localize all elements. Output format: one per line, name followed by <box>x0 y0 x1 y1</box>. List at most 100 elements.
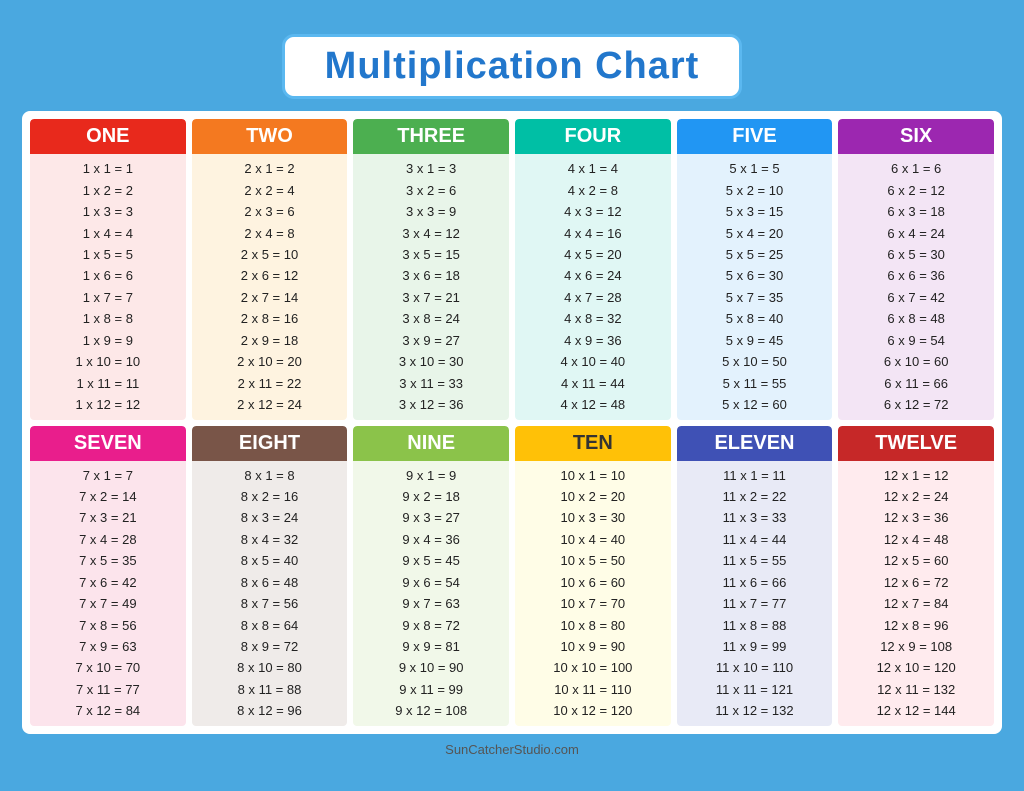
table-row: 5 x 12 = 60 <box>683 394 827 415</box>
table-row: 9 x 4 = 36 <box>359 529 503 550</box>
section-header-four: FOUR <box>515 119 671 154</box>
table-row: 10 x 7 = 70 <box>521 593 665 614</box>
table-row: 3 x 1 = 3 <box>359 158 503 179</box>
table-row: 10 x 6 = 60 <box>521 572 665 593</box>
table-row: 2 x 8 = 16 <box>198 308 342 329</box>
table-row: 4 x 8 = 32 <box>521 308 665 329</box>
section-body-seven: 7 x 1 = 77 x 2 = 147 x 3 = 217 x 4 = 287… <box>30 461 186 726</box>
table-row: 11 x 6 = 66 <box>683 572 827 593</box>
table-row: 12 x 3 = 36 <box>844 507 988 528</box>
table-row: 9 x 7 = 63 <box>359 593 503 614</box>
chart-grid: ONE1 x 1 = 11 x 2 = 21 x 3 = 31 x 4 = 41… <box>30 119 994 726</box>
table-row: 4 x 1 = 4 <box>521 158 665 179</box>
table-row: 8 x 5 = 40 <box>198 550 342 571</box>
table-row: 12 x 10 = 120 <box>844 657 988 678</box>
table-row: 5 x 2 = 10 <box>683 180 827 201</box>
table-row: 9 x 6 = 54 <box>359 572 503 593</box>
section-ten: TEN10 x 1 = 1010 x 2 = 2010 x 3 = 3010 x… <box>515 426 671 726</box>
table-row: 7 x 11 = 77 <box>36 679 180 700</box>
table-row: 11 x 9 = 99 <box>683 636 827 657</box>
section-body-eleven: 11 x 1 = 1111 x 2 = 2211 x 3 = 3311 x 4 … <box>677 461 833 726</box>
table-row: 8 x 7 = 56 <box>198 593 342 614</box>
section-header-eleven: ELEVEN <box>677 426 833 461</box>
table-row: 4 x 5 = 20 <box>521 244 665 265</box>
table-row: 4 x 6 = 24 <box>521 265 665 286</box>
table-row: 12 x 8 = 96 <box>844 615 988 636</box>
table-row: 3 x 3 = 9 <box>359 201 503 222</box>
title-container: Multiplication Chart <box>22 34 1002 99</box>
section-eight: EIGHT8 x 1 = 88 x 2 = 168 x 3 = 248 x 4 … <box>192 426 348 726</box>
table-row: 3 x 8 = 24 <box>359 308 503 329</box>
table-row: 5 x 6 = 30 <box>683 265 827 286</box>
table-row: 2 x 2 = 4 <box>198 180 342 201</box>
table-row: 10 x 4 = 40 <box>521 529 665 550</box>
table-row: 4 x 2 = 8 <box>521 180 665 201</box>
table-row: 7 x 7 = 49 <box>36 593 180 614</box>
table-row: 7 x 10 = 70 <box>36 657 180 678</box>
table-row: 2 x 6 = 12 <box>198 265 342 286</box>
table-row: 11 x 2 = 22 <box>683 486 827 507</box>
table-row: 12 x 7 = 84 <box>844 593 988 614</box>
table-row: 5 x 10 = 50 <box>683 351 827 372</box>
section-header-seven: SEVEN <box>30 426 186 461</box>
table-row: 2 x 5 = 10 <box>198 244 342 265</box>
table-row: 6 x 10 = 60 <box>844 351 988 372</box>
table-row: 5 x 7 = 35 <box>683 287 827 308</box>
section-header-two: TWO <box>192 119 348 154</box>
table-row: 6 x 6 = 36 <box>844 265 988 286</box>
section-two: TWO2 x 1 = 22 x 2 = 42 x 3 = 62 x 4 = 82… <box>192 119 348 419</box>
table-row: 9 x 11 = 99 <box>359 679 503 700</box>
table-row: 12 x 4 = 48 <box>844 529 988 550</box>
table-row: 8 x 10 = 80 <box>198 657 342 678</box>
page-title: Multiplication Chart <box>325 45 700 87</box>
table-row: 2 x 4 = 8 <box>198 223 342 244</box>
table-row: 9 x 10 = 90 <box>359 657 503 678</box>
section-header-ten: TEN <box>515 426 671 461</box>
table-row: 10 x 9 = 90 <box>521 636 665 657</box>
title-box: Multiplication Chart <box>282 34 743 99</box>
table-row: 10 x 1 = 10 <box>521 465 665 486</box>
table-row: 7 x 12 = 84 <box>36 700 180 721</box>
table-row: 5 x 8 = 40 <box>683 308 827 329</box>
table-row: 3 x 5 = 15 <box>359 244 503 265</box>
table-row: 9 x 2 = 18 <box>359 486 503 507</box>
table-row: 1 x 5 = 5 <box>36 244 180 265</box>
table-row: 8 x 12 = 96 <box>198 700 342 721</box>
section-twelve: TWELVE12 x 1 = 1212 x 2 = 2412 x 3 = 361… <box>838 426 994 726</box>
table-row: 10 x 5 = 50 <box>521 550 665 571</box>
table-row: 8 x 11 = 88 <box>198 679 342 700</box>
section-body-three: 3 x 1 = 33 x 2 = 63 x 3 = 93 x 4 = 123 x… <box>353 154 509 419</box>
section-body-six: 6 x 1 = 66 x 2 = 126 x 3 = 186 x 4 = 246… <box>838 154 994 419</box>
table-row: 1 x 11 = 11 <box>36 373 180 394</box>
table-row: 1 x 9 = 9 <box>36 330 180 351</box>
section-header-six: SIX <box>838 119 994 154</box>
table-row: 1 x 1 = 1 <box>36 158 180 179</box>
table-row: 5 x 4 = 20 <box>683 223 827 244</box>
table-row: 2 x 10 = 20 <box>198 351 342 372</box>
section-body-five: 5 x 1 = 55 x 2 = 105 x 3 = 155 x 4 = 205… <box>677 154 833 419</box>
table-row: 3 x 4 = 12 <box>359 223 503 244</box>
table-row: 2 x 12 = 24 <box>198 394 342 415</box>
table-row: 6 x 12 = 72 <box>844 394 988 415</box>
table-row: 1 x 12 = 12 <box>36 394 180 415</box>
table-row: 1 x 8 = 8 <box>36 308 180 329</box>
table-row: 12 x 11 = 132 <box>844 679 988 700</box>
table-row: 3 x 6 = 18 <box>359 265 503 286</box>
table-row: 9 x 9 = 81 <box>359 636 503 657</box>
table-row: 2 x 11 = 22 <box>198 373 342 394</box>
table-row: 5 x 9 = 45 <box>683 330 827 351</box>
table-row: 11 x 1 = 11 <box>683 465 827 486</box>
table-row: 7 x 9 = 63 <box>36 636 180 657</box>
section-body-ten: 10 x 1 = 1010 x 2 = 2010 x 3 = 3010 x 4 … <box>515 461 671 726</box>
table-row: 9 x 12 = 108 <box>359 700 503 721</box>
section-five: FIVE5 x 1 = 55 x 2 = 105 x 3 = 155 x 4 =… <box>677 119 833 419</box>
table-row: 11 x 10 = 110 <box>683 657 827 678</box>
table-row: 1 x 7 = 7 <box>36 287 180 308</box>
page-wrapper: Multiplication Chart ONE1 x 1 = 11 x 2 =… <box>12 24 1012 767</box>
section-three: THREE3 x 1 = 33 x 2 = 63 x 3 = 93 x 4 = … <box>353 119 509 419</box>
table-row: 5 x 3 = 15 <box>683 201 827 222</box>
table-row: 6 x 1 = 6 <box>844 158 988 179</box>
table-row: 4 x 12 = 48 <box>521 394 665 415</box>
table-row: 3 x 2 = 6 <box>359 180 503 201</box>
section-header-three: THREE <box>353 119 509 154</box>
